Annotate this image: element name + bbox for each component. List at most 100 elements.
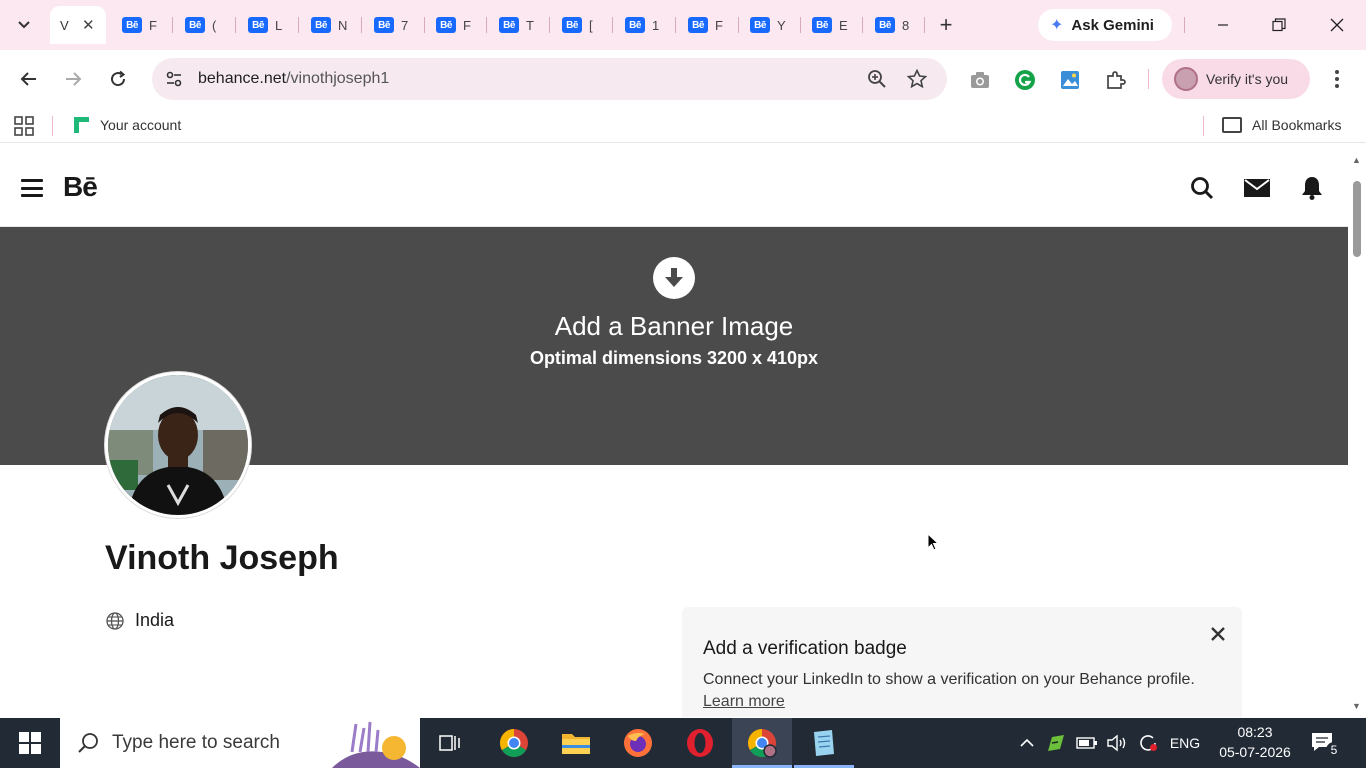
tab-close-icon[interactable]: ✕ <box>82 16 95 34</box>
volume-icon[interactable] <box>1104 718 1130 768</box>
task-view-button[interactable] <box>420 718 480 768</box>
page-scrollbar[interactable]: ▲ ▼ <box>1348 151 1366 717</box>
taskbar-search-box[interactable]: Type here to search <box>60 718 420 768</box>
taskbar-opera[interactable] <box>670 718 730 768</box>
behance-favicon-icon: Bē <box>185 17 205 33</box>
more-vertical-icon <box>1335 70 1339 88</box>
restore-button[interactable] <box>1256 10 1302 40</box>
windows-logo-icon <box>19 732 41 754</box>
tab[interactable]: Bē ( <box>185 10 222 40</box>
tab-active[interactable]: V ✕ <box>50 6 106 44</box>
tab[interactable]: Bē Y <box>750 10 787 40</box>
search-icon[interactable] <box>1189 175 1215 201</box>
tab[interactable]: Bē 8 <box>875 10 912 40</box>
network-icon[interactable] <box>1136 718 1160 768</box>
task-view-icon <box>439 735 460 751</box>
search-icon <box>78 733 98 753</box>
tab[interactable]: Bē E <box>812 10 849 40</box>
reload-button[interactable] <box>103 64 133 94</box>
folder-icon <box>562 734 590 754</box>
tab[interactable]: Bē [ <box>562 10 599 40</box>
reload-icon <box>111 70 126 87</box>
new-tab-button[interactable]: + <box>932 10 960 40</box>
arrow-left-icon <box>20 72 36 86</box>
tab-title: F <box>463 17 471 33</box>
scrollbar-thumb[interactable] <box>1353 181 1361 257</box>
gemini-sparkle-icon: ✦ <box>1050 17 1064 34</box>
behance-favicon-icon: Bē <box>625 17 645 33</box>
close-window-button[interactable] <box>1314 10 1360 40</box>
tab[interactable]: Bē F <box>436 10 473 40</box>
address-bar[interactable]: behance.net/vinothjoseph1 <box>152 58 947 100</box>
tab-title: E <box>839 17 848 33</box>
minimize-button[interactable] <box>1200 10 1246 40</box>
bookmark-your-account[interactable]: Your account <box>72 114 181 136</box>
camera-extension-icon[interactable] <box>968 68 992 92</box>
opera-icon <box>687 729 713 757</box>
behance-favicon-icon: Bē <box>122 17 142 33</box>
chrome-profile-icon <box>748 729 777 758</box>
taskbar-file-explorer[interactable] <box>546 718 606 768</box>
extensions-puzzle-icon[interactable] <box>1104 68 1128 92</box>
battery-icon[interactable] <box>1074 718 1100 768</box>
location-text: India <box>135 610 175 630</box>
notification-center-button[interactable]: 5 <box>1310 730 1344 758</box>
tab[interactable]: Bē 1 <box>625 10 662 40</box>
tab[interactable]: Bē T <box>499 10 536 40</box>
page-viewport: Bē Add a Banner Image Optimal dimensions… <box>0 151 1348 717</box>
close-card-button[interactable] <box>1208 624 1228 644</box>
envelope-icon[interactable] <box>1244 175 1270 201</box>
show-hidden-icons-button[interactable] <box>1014 718 1040 768</box>
taskbar-firefox[interactable] <box>608 718 668 768</box>
behance-favicon-icon: Bē <box>499 17 519 33</box>
bookmark-star-icon[interactable] <box>906 68 928 90</box>
bell-icon[interactable] <box>1299 175 1325 201</box>
grammarly-extension-icon[interactable] <box>1013 68 1037 92</box>
input-language-button[interactable]: ENG <box>1164 718 1206 768</box>
site-info-icon[interactable] <box>162 67 186 91</box>
ask-gemini-button[interactable]: ✦ Ask Gemini <box>1038 9 1172 41</box>
tab[interactable]: Bē F <box>688 10 725 40</box>
arrow-right-icon <box>66 72 82 86</box>
all-bookmarks-button[interactable]: All Bookmarks <box>1222 114 1341 136</box>
learn-more-link[interactable]: Learn more <box>703 693 785 711</box>
tab[interactable]: Bē N <box>311 10 348 40</box>
tab-search-button[interactable] <box>8 10 40 40</box>
notification-count: 5 <box>1326 742 1342 758</box>
back-button[interactable] <box>14 64 44 94</box>
scroll-up-arrow-icon[interactable]: ▲ <box>1352 155 1361 165</box>
taskbar-chrome-active[interactable] <box>732 718 792 768</box>
close-icon <box>1330 18 1344 32</box>
hamburger-menu-icon[interactable] <box>21 179 43 197</box>
browser-menu-button[interactable] <box>1326 66 1348 92</box>
taskbar-clock[interactable]: 08:23 05-07-2026 <box>1212 722 1298 762</box>
tab[interactable]: Bē L <box>248 10 285 40</box>
close-icon <box>1211 627 1225 641</box>
behance-favicon-icon: Bē <box>436 17 456 33</box>
tab-title: 7 <box>401 17 409 33</box>
start-button[interactable] <box>0 718 60 768</box>
taskbar-chrome[interactable] <box>484 718 544 768</box>
apps-grid-icon[interactable] <box>14 116 34 136</box>
taskbar-notepad-app[interactable] <box>794 718 854 768</box>
verify-label: Verify it's you <box>1206 71 1289 87</box>
clock-time: 08:23 <box>1237 724 1273 740</box>
image-extension-icon[interactable] <box>1058 68 1082 92</box>
ask-gemini-label: Ask Gemini <box>1071 16 1154 34</box>
verify-identity-button[interactable]: Verify it's you <box>1162 59 1310 99</box>
minimize-icon <box>1218 24 1228 26</box>
behance-favicon-icon: Bē <box>248 17 268 33</box>
tab[interactable]: Bē 7 <box>374 10 411 40</box>
tab[interactable]: Bē F <box>122 10 159 40</box>
behance-logo[interactable]: Bē <box>63 171 98 203</box>
tab-title: [ <box>589 17 593 33</box>
scroll-down-arrow-icon[interactable]: ▼ <box>1352 701 1361 711</box>
profile-avatar[interactable] <box>105 372 251 518</box>
verification-card-text: Connect your LinkedIn to show a verifica… <box>703 671 1195 688</box>
banner-subtitle: Optimal dimensions 3200 x 410px <box>529 348 819 368</box>
forward-button[interactable] <box>58 64 88 94</box>
url-text[interactable]: behance.net/vinothjoseph1 <box>198 70 389 88</box>
tray-app-icon[interactable] <box>1044 718 1068 768</box>
zoom-icon[interactable] <box>866 68 888 90</box>
profile-location: India <box>105 610 174 631</box>
